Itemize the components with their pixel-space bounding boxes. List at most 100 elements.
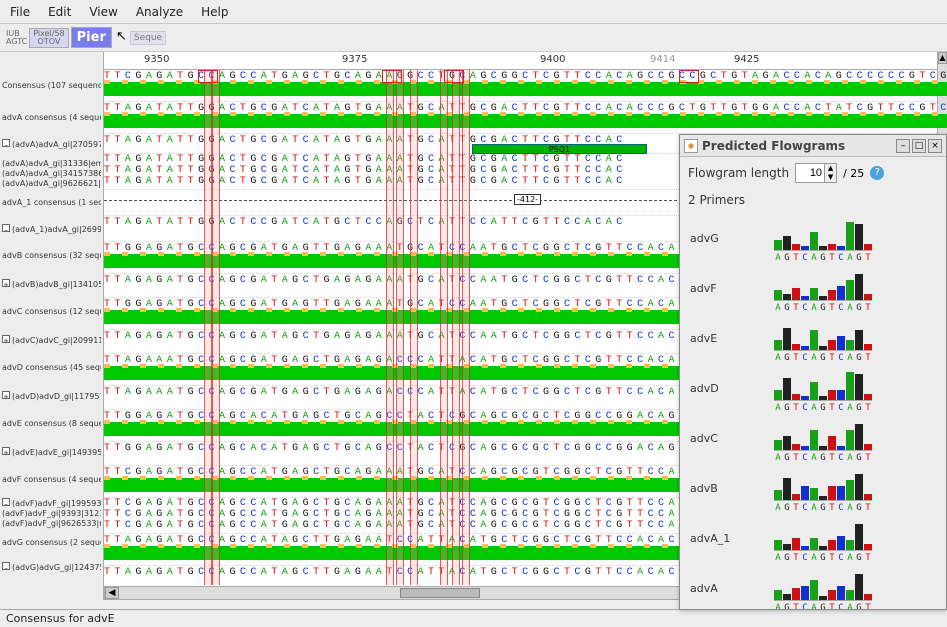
flowgram-labels: AGTCAGTCAGT xyxy=(774,553,872,563)
row-advE-seq[interactable]: +(advE)advE_gi|149395306 xyxy=(0,438,103,466)
close-icon[interactable]: × xyxy=(928,139,942,153)
flowgram-labels: AGTCAGTCAGT xyxy=(774,403,872,413)
row-advF-seqs[interactable]: –(advF)advF_gi|199593012 (advF)advF_gi|9… xyxy=(0,494,103,530)
menu-file[interactable]: File xyxy=(10,5,30,19)
expand-icon[interactable]: + xyxy=(2,447,10,455)
scroll-left-icon[interactable]: ◀ xyxy=(105,587,119,599)
flowgram-chart xyxy=(774,517,872,551)
ruler-tick-cursor: 9414 xyxy=(650,54,675,65)
flowgram-chart xyxy=(774,367,872,401)
toolbar: IUBAGTC Pixel/58OTOV Pier Seque xyxy=(0,24,947,52)
len-spinner[interactable]: ▲▼ xyxy=(795,163,837,183)
pixel-button[interactable]: Pixel/58OTOV xyxy=(29,28,68,48)
menu-view[interactable]: View xyxy=(89,5,117,19)
row-advG-seq[interactable]: –(advG)advG_gi|124375682 xyxy=(0,556,103,578)
ruler-tick: 9400 xyxy=(540,54,565,65)
row-advA1-cons[interactable]: advA_1 consensus (1 sequen xyxy=(0,190,103,216)
panel-titlebar[interactable]: Predicted Flowgrams – □ × xyxy=(680,135,946,157)
len-input[interactable] xyxy=(796,167,824,179)
row-advE-cons[interactable]: advE consensus (8 sequence xyxy=(0,410,103,438)
flowgram-chart xyxy=(774,567,872,601)
len-max: / 25 xyxy=(843,167,864,180)
row-advA1-seq[interactable]: –(advA_1)advA_gi|2699909 xyxy=(0,216,103,242)
flowgram-panel[interactable]: Predicted Flowgrams – □ × Flowgram lengt… xyxy=(679,134,947,610)
mismatch-box xyxy=(444,70,464,83)
coverage-bar xyxy=(104,82,947,96)
code-toggle[interactable]: IUBAGTC xyxy=(6,30,27,46)
row-advB-seq[interactable]: +(advB)advB_gi|134105495 xyxy=(0,270,103,298)
mismatch-box xyxy=(198,70,218,83)
scroll-up-icon[interactable]: ▲ xyxy=(938,52,947,64)
flowgram-name: advD xyxy=(684,382,774,395)
collapse-icon[interactable]: – xyxy=(2,562,10,570)
row-advD-seq[interactable]: +(advD)advD_gi|117957257 xyxy=(0,382,103,410)
flowgram-chart xyxy=(774,267,872,301)
spinner-up-icon[interactable]: ▲ xyxy=(824,164,836,173)
coverage-bar xyxy=(104,114,947,128)
seq-row[interactable]: TTAGATATTGGACTGCGATCATAGTGAAATGCATTGCGAC… xyxy=(104,102,947,134)
flowgram-row: advBAGTCAGTCAGT xyxy=(684,463,942,513)
flowgram-name: advA xyxy=(684,582,774,595)
flowgram-name: advB xyxy=(684,482,774,495)
ruler-tick: 9350 xyxy=(144,54,169,65)
help-icon[interactable]: ? xyxy=(870,166,884,180)
row-advC-cons[interactable]: advC consensus (12 sequenc xyxy=(0,298,103,326)
flowgram-list: advGAGTCAGTCAGTadvFAGTCAGTCAGTadvEAGTCAG… xyxy=(680,211,946,609)
row-consensus[interactable]: Consensus (107 sequences) xyxy=(0,70,103,102)
flowgram-row: advA AGTCAGTCAGT xyxy=(684,563,942,609)
status-bar: Consensus for advE xyxy=(0,609,947,627)
flowgram-row: advEAGTCAGTCAGT xyxy=(684,313,942,363)
flowgram-labels: AGTCAGTCAGT xyxy=(774,453,872,463)
panel-title: Predicted Flowgrams xyxy=(702,139,894,153)
row-advA-seqs[interactable]: (advA)advA_gi|31336|em(advA)advA_gi|3415… xyxy=(0,154,103,190)
mismatch-box xyxy=(382,70,402,83)
row-advG-cons[interactable]: advG consensus (2 sequence xyxy=(0,530,103,556)
menu-help[interactable]: Help xyxy=(201,5,228,19)
len-label: Flowgram length xyxy=(688,166,789,180)
expand-icon[interactable]: + xyxy=(2,335,10,343)
menu-edit[interactable]: Edit xyxy=(48,5,71,19)
flowgram-chart xyxy=(774,417,872,451)
seq-row[interactable]: TTCGAGATGCCAGCCATGAGCTGCAGAAGGCCTGCAGCGG… xyxy=(104,70,947,102)
ruler-tick: 9425 xyxy=(734,54,759,65)
pier-button[interactable]: Pier xyxy=(71,27,112,48)
scroll-thumb[interactable] xyxy=(400,588,480,598)
primer-psq1[interactable]: PSQ1 xyxy=(472,144,647,154)
collapse-icon[interactable]: – xyxy=(2,139,10,147)
flowgram-name: advF xyxy=(684,282,774,295)
row-advD-cons[interactable]: advD consensus (45 sequenc xyxy=(0,354,103,382)
flowgram-chart xyxy=(774,217,872,251)
minimize-icon[interactable]: – xyxy=(896,139,910,153)
row-names-panel: Consensus (107 sequences) advA consensus… xyxy=(0,52,104,600)
ruler-tick: 9375 xyxy=(342,54,367,65)
row-advA-cons[interactable]: advA consensus (4 sequenc xyxy=(0,102,103,134)
flowgram-labels: AGTCAGTCAGT xyxy=(774,353,872,363)
primer-count: 2 Primers xyxy=(680,189,946,211)
java-icon xyxy=(684,139,698,153)
flowgram-chart xyxy=(774,467,872,501)
flowgram-name: advA_1 xyxy=(684,532,774,545)
row-advB-cons[interactable]: advB consensus (32 sequenc xyxy=(0,242,103,270)
position-badge: -412- xyxy=(514,194,541,205)
mismatch-box xyxy=(679,70,699,83)
seq-text: TTAGATATTGGACTGCGATCATAGTGAAATGCATTGCGAC… xyxy=(104,103,947,114)
row-advF-cons[interactable]: advF consensus (4 sequence xyxy=(0,466,103,494)
collapse-icon[interactable]: – xyxy=(2,224,10,232)
row-advC-seq[interactable]: +(advC)advC_gi|209911|gb xyxy=(0,326,103,354)
spinner-down-icon[interactable]: ▼ xyxy=(824,173,836,182)
seq-text: TTCGAGATGCCAGCCATGAGCTGCAGAAGGCCTGCAGCGG… xyxy=(104,71,947,82)
menu-analyze[interactable]: Analyze xyxy=(136,5,183,19)
flowgram-chart xyxy=(774,317,872,351)
sequence-button[interactable]: Seque xyxy=(130,31,166,45)
maximize-icon[interactable]: □ xyxy=(912,139,926,153)
flowgram-row: advA_1AGTCAGTCAGT xyxy=(684,513,942,563)
flowgram-labels: AGTCAGTCAGT xyxy=(774,603,872,609)
expand-icon[interactable]: + xyxy=(2,279,10,287)
flowgram-row: advGAGTCAGTCAGT xyxy=(684,213,942,263)
row-advA-seq1[interactable]: –(advA)advA_gi|270597218 xyxy=(0,134,103,154)
position-ruler: 9350 9375 9400 9414 9425 xyxy=(104,52,947,70)
collapse-icon[interactable]: – xyxy=(2,498,10,506)
expand-icon[interactable]: + xyxy=(2,391,10,399)
flowgram-labels: AGTCAGTCAGT xyxy=(774,503,872,513)
flowgram-row: advDAGTCAGTCAGT xyxy=(684,363,942,413)
